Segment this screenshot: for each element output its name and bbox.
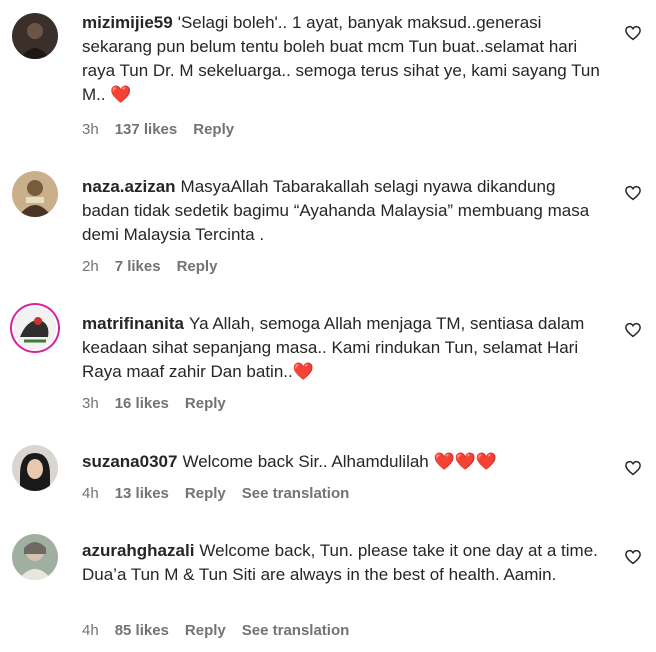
comment-likes[interactable]: 7 likes <box>115 258 161 275</box>
comment-body: matrifinanita Ya Allah, semoga Allah menj… <box>82 312 602 384</box>
reply-button[interactable]: Reply <box>177 258 218 275</box>
heart-outline-icon[interactable] <box>624 548 642 566</box>
avatar[interactable] <box>12 445 58 491</box>
reply-button[interactable]: Reply <box>185 622 226 639</box>
reply-button[interactable]: Reply <box>185 395 226 412</box>
comment-username[interactable]: matrifinanita <box>82 314 184 333</box>
avatar[interactable] <box>14 307 56 349</box>
heart-outline-icon[interactable] <box>624 184 642 202</box>
comment-text: Welcome back Sir.. Alhamdulilah ❤️❤️❤️ <box>182 452 497 471</box>
comment-likes[interactable]: 13 likes <box>115 485 169 502</box>
comment-meta: 3h 137 likes Reply <box>82 121 250 138</box>
comment-meta: 3h 16 likes Reply <box>82 395 242 412</box>
comment-time[interactable]: 2h <box>82 258 99 275</box>
heart-outline-icon[interactable] <box>624 459 642 477</box>
comment-body: azurahghazali Welcome back, Tun. please t… <box>82 539 602 587</box>
comment-meta: 2h 7 likes Reply <box>82 258 233 275</box>
reply-button[interactable]: Reply <box>185 485 226 502</box>
comment-body: naza.azizan MasyaAllah Tabarakallah selag… <box>82 175 602 247</box>
comment-time[interactable]: 4h <box>82 485 99 502</box>
see-translation-button[interactable]: See translation <box>242 622 350 639</box>
heart-outline-icon[interactable] <box>624 321 642 339</box>
avatar[interactable] <box>12 13 58 59</box>
comment-likes[interactable]: 137 likes <box>115 121 178 138</box>
comment-time[interactable]: 3h <box>82 121 99 138</box>
comment-username[interactable]: azurahghazali <box>82 541 194 560</box>
avatar[interactable] <box>12 171 58 217</box>
heart-outline-icon[interactable] <box>624 24 642 42</box>
comment-username[interactable]: mizimijie59 <box>82 13 173 32</box>
comment-body: mizimijie59 'Selagi boleh'.. 1 ayat, bany… <box>82 11 602 107</box>
comment-username[interactable]: naza.azizan <box>82 177 176 196</box>
comment-time[interactable]: 4h <box>82 622 99 639</box>
comment-meta: 4h 85 likes Reply See translation <box>82 622 365 639</box>
avatar[interactable] <box>12 534 58 580</box>
comment-time[interactable]: 3h <box>82 395 99 412</box>
reply-button[interactable]: Reply <box>193 121 234 138</box>
comment-username[interactable]: suzana0307 <box>82 452 177 471</box>
comment-meta: 4h 13 likes Reply See translation <box>82 485 365 502</box>
see-translation-button[interactable]: See translation <box>242 485 350 502</box>
comment-likes[interactable]: 85 likes <box>115 622 169 639</box>
comment-body: suzana0307 Welcome back Sir.. Alhamdulila… <box>82 450 602 474</box>
comment-likes[interactable]: 16 likes <box>115 395 169 412</box>
